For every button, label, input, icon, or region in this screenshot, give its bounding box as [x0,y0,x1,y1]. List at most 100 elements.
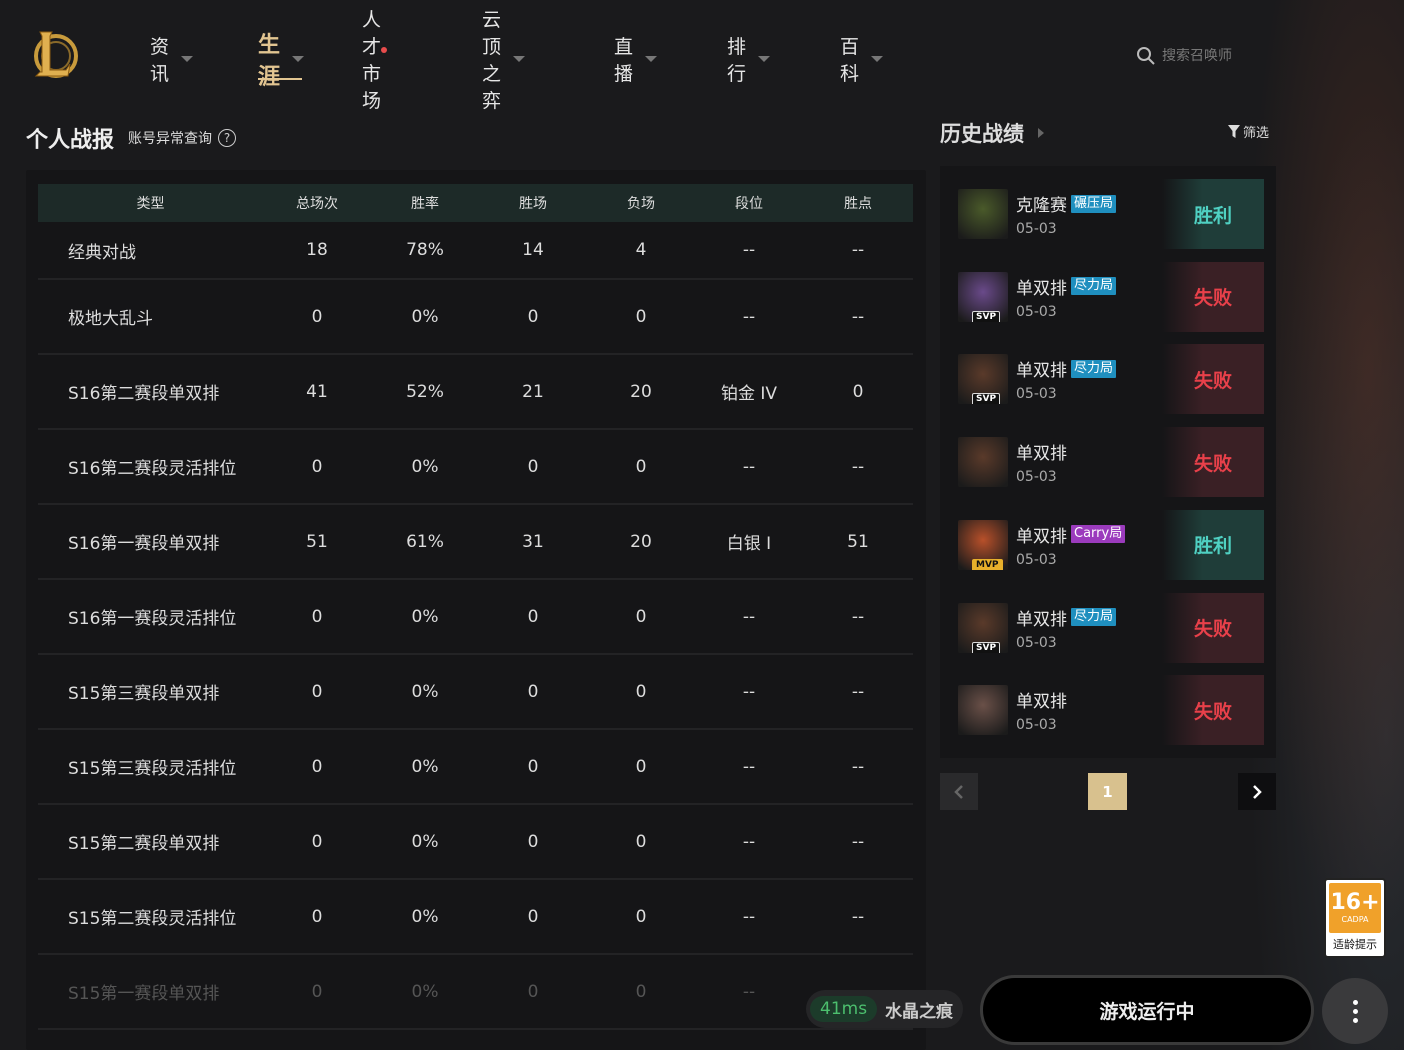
history-header[interactable]: 历史战绩 [940,118,1044,148]
stats-table: 类型 总场次 胜率 胜场 负场 段位 胜点 经典对战 18 78% 14 4 -- -- 极地大乱斗 0 0%… [38,184,913,1030]
table-cell: S16第一赛段灵活排位 [38,579,263,655]
table-cell: 0 [479,804,587,880]
table-cell: 0 [587,579,695,655]
match-mode-label: 单双排 [1016,526,1067,547]
nav-item-1[interactable]: 生涯 [258,33,305,90]
column-header: 总场次 [296,196,338,212]
search-icon [1137,47,1155,65]
table-row: S15第一赛段单双排00%00---- [38,954,913,1030]
table-cell: 0 [479,429,587,505]
table-cell: 0% [371,579,479,655]
history-list: 克隆赛 碾压局 05-03 胜利 SVP 单双排 尽力局 05-03 失败 SVP 单双排 尽力局 05… [940,166,1276,758]
search-input[interactable] [1162,48,1272,64]
prev-page-button[interactable] [940,773,978,810]
table-row: S16第二赛段单双排 41 52% 21 20 铂金 IV 0 [38,354,913,430]
filter-button[interactable]: 筛选 [1228,122,1269,141]
table-cell: 21 [479,354,587,430]
next-page-button[interactable] [1238,773,1276,810]
table-cell: -- [695,654,803,730]
champion-avatar [958,189,1008,239]
nav-item-0[interactable]: 资讯 [150,36,194,85]
nav-item-4[interactable]: 直播 [614,36,658,85]
table-cell: -- [803,279,913,355]
nav-item-3[interactable]: 云顶之弈 [482,9,526,112]
match-item[interactable]: SVP 单双排 尽力局 05-03 失败 [952,261,1264,332]
performance-badge: MVP [972,558,1003,570]
table-cell: 0 [263,729,371,805]
help-icon[interactable]: ? [218,129,237,147]
match-result: 失败 [1162,344,1264,415]
match-item[interactable]: SVP 单双排 尽力局 05-03 失败 [952,592,1264,663]
table-cell: -- [695,222,803,280]
page-number[interactable]: 1 [1088,773,1127,810]
table-cell: -- [803,579,913,655]
match-item[interactable]: 克隆赛 碾压局 05-03 胜利 [952,179,1264,249]
table-cell: 0 [587,804,695,880]
table-cell: -- [695,429,803,505]
match-item[interactable]: SVP 单双排 尽力局 05-03 失败 [952,344,1264,415]
nav-item-label: 人才市场 [362,9,382,112]
dot-icon [1352,1008,1358,1014]
champion-avatar: SVP [958,602,1008,653]
account-check-link[interactable]: 账号异常查询 [128,128,212,148]
table-cell: S16第二赛段单双排 [38,354,263,430]
table-cell: -- [803,654,913,730]
table-cell: 0 [263,279,371,355]
more-menu-button[interactable] [1322,978,1388,1044]
champion-avatar: MVP [958,519,1008,570]
search-box[interactable] [1136,46,1272,66]
match-date: 05-03 [1016,469,1057,486]
server-status[interactable]: 41ms 水晶之痕 [806,990,964,1028]
table-cell: 78% [371,222,479,280]
table-cell: S15第三赛段灵活排位 [38,729,263,805]
table-cell: S16第二赛段灵活排位 [38,429,263,505]
chevron-right-icon [1253,784,1262,799]
lol-logo[interactable] [30,28,80,82]
match-result: 失败 [1162,427,1264,498]
match-mode: 单双排 尽力局 [1016,605,1117,630]
table-cell: 0 [479,579,587,655]
game-running-button[interactable]: 游戏运行中 [980,975,1314,1045]
match-mode: 单双排 [1016,687,1067,712]
table-cell: 0% [371,429,479,505]
table-cell: 0 [479,279,587,355]
match-mode: 单双排 尽力局 [1016,274,1117,299]
table-cell: -- [803,429,913,505]
match-mode: 克隆赛 碾压局 [1016,191,1117,216]
nav-item-5[interactable]: 排行 [727,36,771,85]
champion-avatar: SVP [958,271,1008,322]
table-cell: -- [695,954,803,1030]
table-cell: 51 [803,504,913,580]
dot-icon [1352,1017,1358,1023]
table-row: S15第三赛段单双排 0 0% 0 0 -- -- [38,654,913,730]
table-cell: 0 [587,279,695,355]
column-header: 胜场 [519,196,547,212]
table-cell: S15第三赛段单双排 [38,654,263,730]
chevron-down-icon [292,56,305,62]
nav-item-label: 云顶之弈 [482,9,502,112]
table-cell: 0 [263,954,371,1030]
table-cell: -- [695,279,803,355]
nav-item-2[interactable]: 人才市场 [362,9,388,112]
match-item[interactable]: 单双排 05-03 失败 [952,427,1264,498]
match-item[interactable]: MVP 单双排 Carry局 05-03 胜利 [952,509,1264,580]
table-cell: 0% [371,954,479,1030]
table-cell: 0 [263,579,371,655]
match-tag: 尽力局 [1071,608,1117,626]
column-header: 段位 [735,196,763,212]
table-cell: 0 [587,729,695,805]
nav-item-6[interactable]: 百科 [840,36,884,85]
filter-label: 筛选 [1243,126,1270,141]
table-cell: 0 [587,879,695,955]
match-item[interactable]: 单双排 05-03 失败 [952,675,1264,746]
match-mode-label: 单双排 [1016,278,1067,299]
server-name: 水晶之痕 [885,1001,954,1022]
table-cell: 0 [803,354,913,430]
table-cell: 31 [479,504,587,580]
match-mode: 单双排 尽力局 [1016,356,1117,381]
table-row: 经典对战 18 78% 14 4 -- -- [38,222,913,280]
table-cell: -- [803,804,913,880]
table-cell: 0 [263,429,371,505]
match-result: 失败 [1162,675,1264,746]
table-cell: S15第一赛段单双排 [38,954,263,1030]
